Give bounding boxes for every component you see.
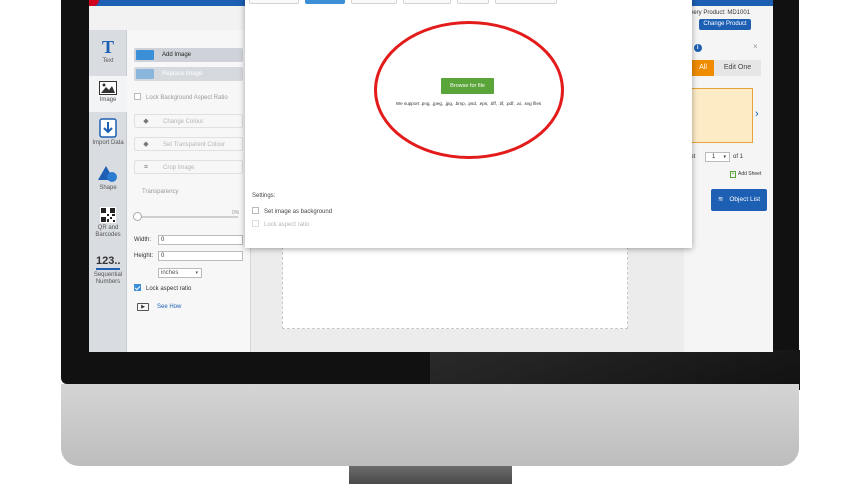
lock-background-aspect-label: Lock Background Aspect Ratio (146, 95, 228, 101)
transparency-slider-track[interactable] (135, 216, 238, 218)
add-sheet-button[interactable]: + Add Sheet (730, 171, 761, 178)
modal-tab-my-gallery[interactable] (249, 0, 299, 4)
close-icon[interactable]: × (753, 42, 758, 51)
see-how-label: See How (157, 304, 182, 310)
unit-select-value: inches (161, 270, 179, 276)
sequential-numbers-icon: 123.. (96, 255, 120, 270)
text-T-icon: T (101, 37, 114, 57)
rail-label-image: Image (99, 97, 117, 103)
lock-aspect-label: Lock aspect ratio (146, 286, 192, 292)
set-transparent-label: Set Transparent Colour (163, 142, 226, 148)
checkbox-checked (134, 284, 141, 291)
object-list-label: Object List (729, 196, 761, 203)
set-as-background-checkbox[interactable]: Set image as background (252, 207, 332, 217)
checkbox-box (252, 220, 259, 227)
change-colour-label: Change Colour (163, 119, 204, 125)
qr-code-icon (100, 207, 116, 223)
settings-label: Settings: (252, 193, 276, 199)
image-tools-panel: Add Image Replace Image Lock Background … (127, 30, 251, 352)
rail-label-import-data: Import Data (92, 140, 124, 146)
shape-icon (98, 166, 117, 182)
modal-tab-instagram[interactable] (403, 0, 451, 4)
chevron-down-icon: ▾ (723, 154, 726, 160)
replace-image-button[interactable]: Replace Image (134, 67, 243, 81)
rail-label-qr: QR and Barcodes (95, 225, 121, 238)
rail-label-sequential: Sequential Numbers (93, 272, 123, 285)
add-image-icon (136, 50, 154, 60)
tab-edit-one[interactable]: Edit One (714, 60, 761, 76)
import-data-icon (99, 118, 117, 138)
info-icon[interactable]: i (693, 44, 702, 52)
height-input[interactable]: 0 (158, 251, 243, 261)
rail-label-shape: Shape (99, 185, 117, 191)
transparency-slider-handle[interactable] (133, 212, 142, 221)
checkbox-box (252, 207, 259, 214)
sheet-select[interactable]: 1 ▾ (705, 152, 730, 162)
monitor-stand (349, 466, 512, 484)
add-sheet-label: Add Sheet (738, 171, 762, 177)
rail-label-text: Text (102, 58, 114, 64)
checkbox-box (134, 93, 141, 100)
sheet-select-value: 1 (712, 154, 716, 160)
paint-bucket-icon: ◆ (143, 118, 149, 125)
video-play-icon: ▶ (137, 303, 149, 311)
rail-item-sequential[interactable]: 123.. Sequential Numbers (89, 255, 127, 295)
modal-tab-url[interactable] (457, 0, 489, 4)
tab-all[interactable]: All (692, 60, 714, 76)
next-arrow-icon[interactable]: › (755, 108, 759, 120)
modal-tab-computer[interactable] (305, 0, 345, 4)
crop-icon: ⌗ (144, 164, 148, 171)
rail-item-qr[interactable]: QR and Barcodes (89, 207, 127, 247)
delivery-product-text: ivery Product: MD1001 (689, 10, 751, 16)
unit-select[interactable]: inches ▾ (158, 268, 202, 278)
modal-tab-facebook[interactable] (351, 0, 397, 4)
rail-item-image[interactable]: Image (89, 76, 127, 112)
transparency-label: Transparency (142, 189, 179, 195)
see-how-link[interactable]: ▶ See How (137, 303, 181, 312)
crop-image-button[interactable]: ⌗ Crop Image (134, 160, 243, 174)
crop-image-label: Crop Image (163, 165, 195, 171)
add-image-button[interactable]: Add Image (134, 48, 243, 62)
artboard[interactable] (282, 247, 628, 329)
lock-background-aspect-checkbox[interactable]: Lock Background Aspect Ratio (134, 93, 228, 103)
monitor-chin (61, 384, 799, 466)
modal-lock-aspect-label: Lock aspect ratio (264, 222, 310, 228)
sheet-total: of 1 (733, 154, 744, 160)
monitor-photo: T Text Image Import Data Shape QR and Ba… (0, 0, 860, 484)
set-transparent-button[interactable]: ◆ Set Transparent Colour (134, 137, 243, 151)
modal-tab-google-photos[interactable] (495, 0, 557, 4)
add-image-label: Add Image (162, 52, 192, 58)
rail-item-text[interactable]: T Text (89, 38, 127, 74)
chevron-down-icon: ▾ (195, 270, 198, 276)
replace-image-icon (136, 69, 154, 79)
width-input[interactable]: 0 (158, 235, 243, 245)
layers-icon: ≋ (717, 196, 724, 203)
replace-image-label: Replace Image (162, 71, 203, 77)
tool-rail: T Text Image Import Data Shape QR and Ba… (89, 30, 127, 352)
change-colour-button[interactable]: ◆ Change Colour (134, 114, 243, 128)
image-icon (99, 81, 117, 95)
transparency-bucket-icon: ◆ (143, 141, 149, 148)
change-product-button[interactable]: Change Product (699, 19, 751, 30)
set-as-background-label: Set image as background (264, 209, 333, 215)
object-list-button[interactable]: ≋ Object List (711, 189, 767, 211)
width-label: Width: (134, 237, 152, 243)
highlight-circle (374, 21, 564, 159)
rail-item-import-data[interactable]: Import Data (89, 118, 127, 158)
lock-aspect-checkbox[interactable]: Lock aspect ratio (134, 284, 191, 294)
rail-item-shape[interactable]: Shape (89, 165, 127, 199)
add-sheet-icon: + (730, 171, 736, 178)
modal-lock-aspect-checkbox[interactable]: Lock aspect ratio (252, 220, 309, 230)
height-label: Height: (134, 253, 154, 259)
right-panel (684, 6, 773, 352)
sheet-thumbnail[interactable] (690, 88, 753, 143)
